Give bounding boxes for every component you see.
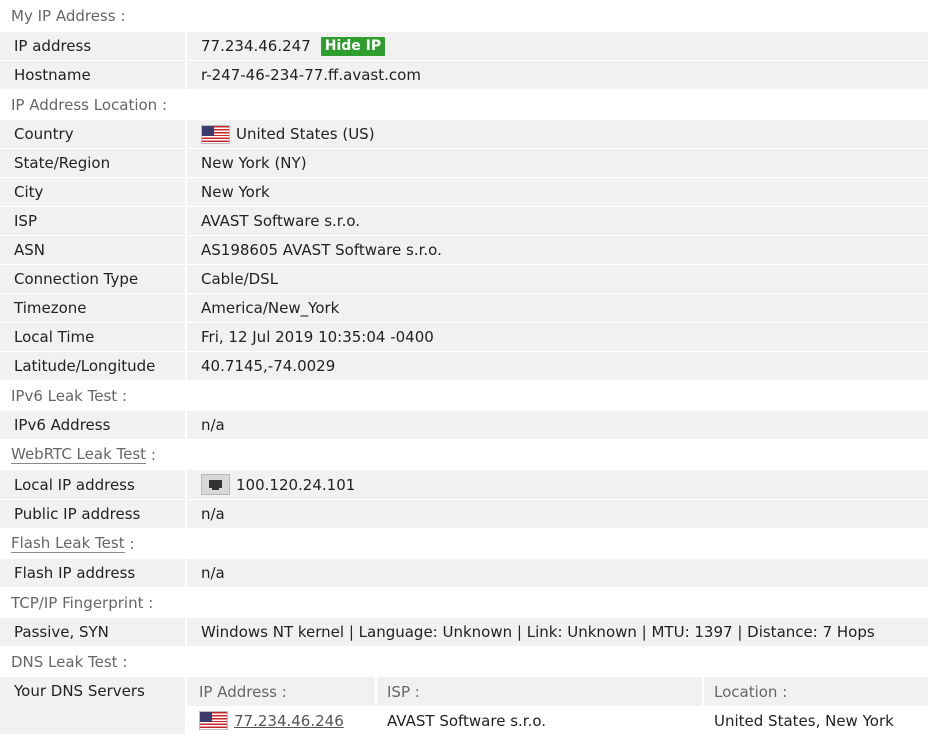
dns-label: Your DNS Servers bbox=[14, 682, 145, 700]
latlong-label: Latitude/Longitude bbox=[14, 357, 156, 375]
tcpip-value: Windows NT kernel | Language: Unknown | … bbox=[201, 623, 875, 641]
dns-header-isp: ISP : bbox=[387, 682, 420, 701]
flash-label: Flash IP address bbox=[14, 564, 136, 582]
section-dns: DNS Leak Test : bbox=[0, 646, 928, 676]
dns-header-ip: IP Address : bbox=[199, 682, 287, 701]
ipv6-value: n/a bbox=[201, 416, 225, 434]
connection-type-value: Cable/DSL bbox=[201, 270, 279, 288]
country-row: Country United States (US) bbox=[0, 119, 928, 148]
section-title: My IP Address bbox=[11, 7, 116, 25]
dns-server-isp: AVAST Software s.r.o. bbox=[387, 711, 547, 730]
connection-type-label: Connection Type bbox=[14, 270, 139, 288]
dns-server-row: 77.234.46.246 AVAST Software s.r.o. Unit… bbox=[187, 706, 928, 735]
timezone-value: America/New_York bbox=[201, 299, 340, 317]
dns-table: Your DNS Servers IP Address : ISP : Loca… bbox=[0, 676, 928, 735]
city-value: New York bbox=[201, 183, 270, 201]
dns-server-location: United States, New York bbox=[714, 711, 894, 730]
asn-label: ASN bbox=[14, 241, 46, 259]
section-location: IP Address Location : bbox=[0, 89, 928, 119]
local-time-row: Local Time Fri, 12 Jul 2019 10:35:04 -04… bbox=[0, 322, 928, 351]
dns-header-location: Location : bbox=[714, 682, 788, 701]
isp-row: ISP AVAST Software s.r.o. bbox=[0, 206, 928, 235]
hide-ip-button[interactable]: Hide IP bbox=[320, 36, 386, 56]
section-title: IP Address Location bbox=[11, 95, 158, 114]
isp-label: ISP bbox=[14, 212, 37, 230]
network-adapter-icon bbox=[201, 474, 230, 495]
section-webrtc: WebRTC Leak Test : bbox=[0, 439, 928, 469]
hostname-row: Hostname r-247-46-234-77.ff.avast.com bbox=[0, 60, 928, 89]
flash-value: n/a bbox=[201, 564, 225, 582]
webrtc-link[interactable]: WebRTC Leak Test bbox=[11, 445, 147, 464]
ipv6-row: IPv6 Address n/a bbox=[0, 410, 928, 439]
webrtc-local-value: 100.120.24.101 bbox=[236, 475, 356, 494]
section-tcpip: TCP/IP Fingerprint : bbox=[0, 587, 928, 617]
ip-address-row: IP address 77.234.46.247 Hide IP bbox=[0, 31, 928, 60]
timezone-label: Timezone bbox=[14, 299, 87, 317]
dns-header-row: IP Address : ISP : Location : bbox=[187, 677, 928, 706]
ip-address-value: 77.234.46.247 bbox=[201, 37, 311, 55]
section-ipv6: IPv6 Leak Test : bbox=[0, 380, 928, 410]
timezone-row: Timezone America/New_York bbox=[0, 293, 928, 322]
webrtc-public-value: n/a bbox=[201, 505, 225, 523]
hostname-value: r-247-46-234-77.ff.avast.com bbox=[201, 66, 421, 84]
isp-value: AVAST Software s.r.o. bbox=[201, 212, 361, 230]
us-flag-icon bbox=[201, 124, 230, 144]
city-label: City bbox=[14, 183, 44, 201]
latlong-value: 40.7145,-74.0029 bbox=[201, 357, 336, 375]
hostname-label: Hostname bbox=[14, 66, 91, 84]
section-title: DNS Leak Test bbox=[11, 652, 118, 671]
section-title: TCP/IP Fingerprint bbox=[11, 593, 144, 612]
local-time-value: Fri, 12 Jul 2019 10:35:04 -0400 bbox=[201, 328, 434, 346]
state-label: State/Region bbox=[14, 154, 111, 172]
country-label: Country bbox=[14, 125, 74, 143]
asn-row: ASN AS198605 AVAST Software s.r.o. bbox=[0, 235, 928, 264]
connection-type-row: Connection Type Cable/DSL bbox=[0, 264, 928, 293]
webrtc-local-label: Local IP address bbox=[14, 475, 135, 494]
flash-link[interactable]: Flash Leak Test bbox=[11, 534, 125, 553]
ip-address-label: IP address bbox=[14, 37, 92, 55]
flash-row: Flash IP address n/a bbox=[0, 558, 928, 587]
asn-value: AS198605 AVAST Software s.r.o. bbox=[201, 241, 442, 259]
webrtc-public-label: Public IP address bbox=[14, 505, 141, 523]
section-title: IPv6 Leak Test bbox=[11, 386, 118, 405]
country-value: United States (US) bbox=[236, 125, 375, 143]
webrtc-local-row: Local IP address 100.120.24.101 bbox=[0, 469, 928, 499]
section-flash: Flash Leak Test : bbox=[0, 528, 928, 558]
city-row: City New York bbox=[0, 177, 928, 206]
section-my-ip: My IP Address : bbox=[0, 0, 928, 31]
state-value: New York (NY) bbox=[201, 154, 307, 172]
local-time-label: Local Time bbox=[14, 328, 95, 346]
tcpip-row: Passive, SYN Windows NT kernel | Languag… bbox=[0, 617, 928, 646]
latlong-row: Latitude/Longitude 40.7145,-74.0029 bbox=[0, 351, 928, 380]
ipv6-label: IPv6 Address bbox=[14, 416, 111, 434]
tcpip-label: Passive, SYN bbox=[14, 623, 109, 641]
state-row: State/Region New York (NY) bbox=[0, 148, 928, 177]
dns-server-ip-link[interactable]: 77.234.46.246 bbox=[234, 712, 344, 730]
us-flag-icon bbox=[199, 711, 228, 730]
webrtc-public-row: Public IP address n/a bbox=[0, 499, 928, 528]
